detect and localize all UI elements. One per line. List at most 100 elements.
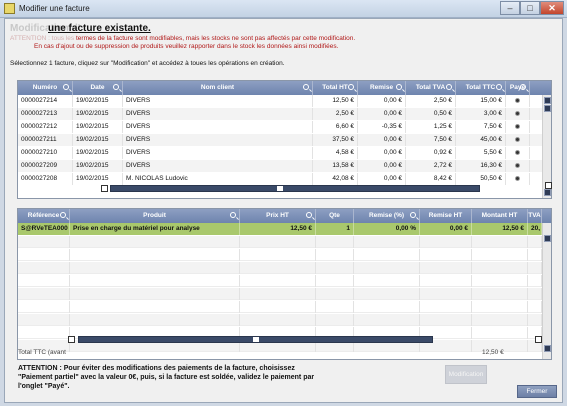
empty-cell [354, 249, 420, 261]
paid-radio[interactable] [515, 110, 520, 116]
paid-radio[interactable] [515, 149, 520, 155]
lines-col-tva[interactable]: TVA [528, 209, 542, 223]
table-row[interactable] [18, 236, 542, 248]
invoices-col-numero[interactable]: Numéro [18, 81, 73, 95]
lines-hscroll-thumb[interactable] [253, 337, 259, 342]
lines-col-remise[interactable]: Remise (%) [354, 209, 420, 223]
empty-cell [472, 327, 528, 339]
table-row[interactable]: 0000027210 19/02/2015 DIVERS 4,58 €0,00 €0,… [18, 147, 542, 159]
lines-col-qte[interactable]: Qte [316, 209, 354, 223]
table-cell: 2,50 € [406, 95, 456, 107]
lines-col-reference[interactable]: Référence [18, 209, 70, 223]
lines-hscroll[interactable] [78, 336, 433, 343]
lines-scroll-up-button[interactable] [544, 235, 551, 242]
search-icon[interactable] [410, 212, 416, 218]
empty-cell [70, 314, 240, 326]
search-icon[interactable] [63, 84, 69, 90]
table-cell: S@RVeTEA000 [18, 223, 70, 235]
empty-cell [18, 314, 70, 326]
table-row[interactable]: S@RVeTEA000 Prise en charge du matériel p… [18, 223, 542, 235]
scroll-end-button[interactable] [544, 189, 551, 196]
paid-radio-cell [506, 121, 530, 133]
paid-radio[interactable] [515, 136, 520, 142]
modification-button[interactable]: Modification [445, 365, 487, 384]
search-icon[interactable] [348, 84, 354, 90]
table-row[interactable] [18, 288, 542, 300]
invoices-col-remise[interactable]: Remise [358, 81, 406, 95]
scroll-up-button[interactable] [544, 97, 551, 104]
paid-radio[interactable] [515, 123, 520, 129]
table-row[interactable] [18, 262, 542, 274]
table-cell: 0,00 € [420, 223, 472, 235]
table-row[interactable] [18, 301, 542, 313]
empty-cell [18, 288, 70, 300]
empty-cell [528, 288, 542, 300]
empty-cell [472, 249, 528, 261]
lines-vscroll[interactable] [542, 223, 551, 359]
table-cell: DIVERS [123, 147, 313, 159]
invoices-col-date[interactable]: Date [73, 81, 123, 95]
table-row[interactable] [18, 249, 542, 261]
table-row[interactable] [18, 275, 542, 287]
table-row[interactable]: 0000027208 19/02/2015 M. NICOLAS Ludovic 42… [18, 173, 542, 185]
maximize-button[interactable]: □ [520, 1, 540, 15]
lines-col-produit[interactable]: Produit [70, 209, 240, 223]
lines-col-remise-ht[interactable]: Remise HT [420, 209, 472, 223]
empty-cell [420, 288, 472, 300]
invoices-table: Numéro Date Nom client Total HT Remise Total … [17, 80, 552, 199]
lines-scroll-left[interactable] [68, 336, 75, 343]
table-row[interactable] [18, 314, 542, 326]
table-cell: 0000027214 [18, 95, 73, 107]
close-button[interactable]: ✕ [540, 1, 564, 15]
warning-line-2: En cas d'ajout ou de suppression de prod… [34, 43, 339, 50]
paid-radio[interactable] [515, 162, 520, 168]
scroll-down-button[interactable] [544, 105, 551, 112]
fermer-button[interactable]: Fermer [517, 385, 557, 398]
paid-radio[interactable] [515, 97, 520, 103]
lines-col-prix-ht[interactable]: Prix HT [240, 209, 316, 223]
table-row[interactable]: 0000027209 19/02/2015 DIVERS 13,58 €0,00 €2… [18, 160, 542, 172]
invoices-col-total-tva[interactable]: Total TVA [406, 81, 456, 95]
lines-col-montant-ht[interactable]: Montant HT [472, 209, 528, 223]
table-row[interactable]: 0000027214 19/02/2015 DIVERS 12,50 €0,00 €2… [18, 95, 542, 107]
search-icon[interactable] [396, 84, 402, 90]
table-cell: 8,42 € [406, 173, 456, 185]
invoices-hscroll-thumb[interactable] [277, 186, 283, 191]
search-icon[interactable] [303, 84, 309, 90]
table-cell: 2,50 € [313, 108, 358, 120]
empty-cell [70, 301, 240, 313]
invoices-hscroll[interactable] [110, 185, 480, 192]
invoices-col-total-ttc[interactable]: Total TTC [456, 81, 506, 95]
table-cell: 0,00 € [358, 134, 406, 146]
invoices-scroll-right[interactable] [545, 182, 552, 189]
empty-cell [354, 262, 420, 274]
invoices-scroll-left[interactable] [101, 185, 108, 192]
empty-cell [528, 262, 542, 274]
empty-cell [240, 314, 316, 326]
search-icon[interactable] [230, 212, 236, 218]
search-icon[interactable] [60, 212, 66, 218]
paid-radio[interactable] [515, 175, 520, 181]
table-cell: 0,00 € [358, 108, 406, 120]
search-icon[interactable] [446, 84, 452, 90]
search-icon[interactable] [520, 84, 526, 90]
invoices-header: Numéro Date Nom client Total HT Remise Total … [18, 81, 551, 95]
table-row[interactable]: 0000027212 19/02/2015 DIVERS 6,60 € -0,35 €1… [18, 121, 542, 133]
search-icon[interactable] [113, 84, 119, 90]
empty-cell [528, 314, 542, 326]
invoices-col-nom-client[interactable]: Nom client [123, 81, 313, 95]
search-icon[interactable] [306, 212, 312, 218]
search-icon[interactable] [496, 84, 502, 90]
column-label: Prix HT [266, 212, 289, 219]
table-row[interactable]: 0000027213 19/02/2015 DIVERS 2,50 €0,00 €0,… [18, 108, 542, 120]
empty-cell [528, 301, 542, 313]
lines-scroll-right[interactable] [535, 336, 542, 343]
table-row[interactable]: 0000027211 19/02/2015 DIVERS 37,50 €0,00 €7… [18, 134, 542, 146]
invoices-col-total-ht[interactable]: Total HT [313, 81, 358, 95]
empty-cell [354, 236, 420, 248]
paid-radio-cell [506, 173, 530, 185]
table-cell: 0,00 % [354, 223, 420, 235]
invoices-col-paye[interactable]: Payé [506, 81, 530, 95]
lines-scroll-end-button[interactable] [544, 345, 551, 352]
minimize-button[interactable]: – [500, 1, 520, 15]
